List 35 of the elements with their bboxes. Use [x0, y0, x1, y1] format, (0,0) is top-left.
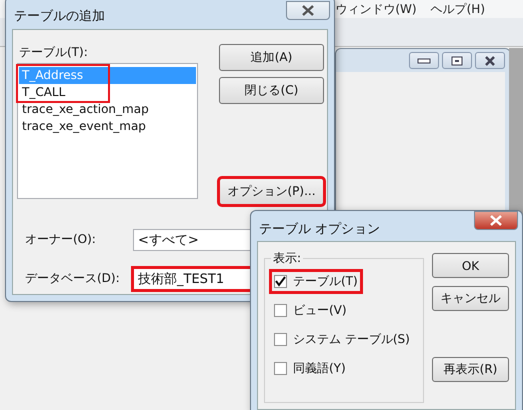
owner-label: オーナー(O): [24, 231, 97, 248]
list-item[interactable]: trace_xe_event_map [19, 118, 196, 135]
table-list[interactable]: T_Address T_CALL trace_xe_action_map trace_xe_event_map [17, 63, 198, 199]
database-label: データベース(D): [24, 270, 121, 287]
window-title: テーブルの追加 [14, 8, 105, 25]
menu-item[interactable]: ヘルプ(H) [430, 0, 485, 18]
checkbox-option[interactable]: ビュー(V) [271, 300, 350, 321]
group-label: 表示: [272, 250, 302, 267]
minimize-icon [417, 58, 431, 64]
maximize-icon [451, 56, 463, 66]
close-icon [484, 56, 496, 66]
checkbox-option[interactable]: 同義語(Y) [271, 358, 349, 379]
dialog-button[interactable]: 再表示(R) [432, 357, 509, 382]
dialog-button[interactable]: 追加(A) [219, 44, 324, 71]
minimize-button[interactable] [409, 52, 439, 69]
close-button[interactable] [286, 1, 330, 20]
checkmark-icon [275, 276, 286, 287]
checkbox-option[interactable]: システム テーブル(S) [271, 329, 413, 350]
maximize-button[interactable] [442, 52, 472, 69]
dialog-button[interactable]: 閉じる(C) [219, 77, 324, 104]
dialog-button[interactable]: キャンセル [432, 286, 509, 311]
close-button[interactable] [475, 52, 505, 69]
list-label: テーブル(T): [18, 44, 89, 61]
checkbox[interactable] [274, 333, 287, 346]
close-button[interactable] [474, 211, 518, 230]
list-item[interactable]: trace_xe_action_map [19, 101, 196, 118]
checkbox[interactable] [274, 362, 287, 375]
menu-item[interactable]: ウィンドウ(W) [335, 0, 417, 18]
list-item[interactable]: T_CALL [19, 84, 196, 101]
dialog-button[interactable]: オプション(P)... [219, 178, 324, 205]
checkbox[interactable] [274, 275, 287, 288]
close-icon [489, 215, 503, 226]
close-icon [301, 5, 315, 16]
checkbox[interactable] [274, 304, 287, 317]
dialog-button[interactable]: OK [432, 253, 509, 278]
